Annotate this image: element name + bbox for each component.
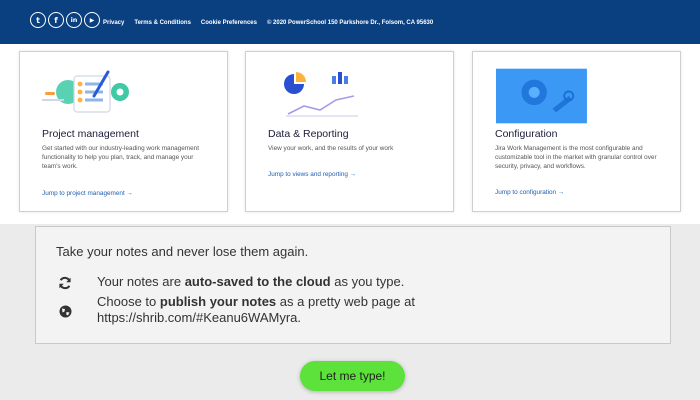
feature-autosave: Your notes are auto-saved to the cloud a…	[56, 274, 404, 292]
card-title: Data & Reporting	[268, 128, 349, 140]
feature-text: Your notes are auto-saved to the cloud a…	[97, 274, 405, 289]
notes-promo-box: Take your notes and never lose them agai…	[35, 226, 671, 344]
card-data-reporting: Data & Reporting View your work, and the…	[245, 51, 454, 212]
privacy-link[interactable]: Privacy	[103, 20, 124, 26]
twitter-icon[interactable]: t	[30, 12, 46, 28]
notes-heading: Take your notes and never lose them agai…	[56, 244, 309, 259]
feature-publish: Choose to publish your notes as a pretty…	[56, 294, 487, 326]
configuration-illustration	[496, 68, 587, 124]
facebook-icon[interactable]: f	[48, 12, 64, 28]
card-description: Get started with our industry-leading wo…	[42, 145, 200, 170]
footer-links: Privacy Terms & Conditions Cookie Prefer…	[103, 20, 433, 26]
terms-link[interactable]: Terms & Conditions	[134, 20, 191, 26]
cookie-preferences-link[interactable]: Cookie Preferences	[201, 20, 257, 26]
jump-to-views-reporting-link[interactable]: Jump to views and reporting →	[268, 171, 356, 178]
jump-to-configuration-link[interactable]: Jump to configuration →	[495, 189, 564, 196]
footer-bar: t f in ▶ Privacy Terms & Conditions Cook…	[0, 0, 700, 44]
card-project-management: Project management Get started with our …	[19, 51, 228, 212]
card-description: View your work, and the results of your …	[268, 145, 394, 152]
social-links: t f in ▶	[30, 12, 100, 28]
project-management-illustration	[42, 70, 129, 113]
card-title: Project management	[42, 128, 139, 140]
sync-icon	[56, 274, 74, 292]
data-reporting-illustration	[284, 72, 358, 117]
card-configuration: Configuration Jira Work Management is th…	[472, 51, 681, 212]
globe-icon	[56, 302, 74, 320]
youtube-icon[interactable]: ▶	[84, 12, 100, 28]
card-title: Configuration	[495, 128, 558, 140]
feature-text: Choose to publish your notes as a pretty…	[97, 294, 415, 325]
linkedin-icon[interactable]: in	[66, 12, 82, 28]
let-me-type-button[interactable]: Let me type!	[300, 361, 405, 391]
card-description: Jira Work Management is the most configu…	[495, 145, 657, 170]
jump-to-project-management-link[interactable]: Jump to project management →	[42, 190, 133, 197]
copyright-text: © 2020 PowerSchool 150 Parkshore Dr., Fo…	[266, 20, 434, 26]
